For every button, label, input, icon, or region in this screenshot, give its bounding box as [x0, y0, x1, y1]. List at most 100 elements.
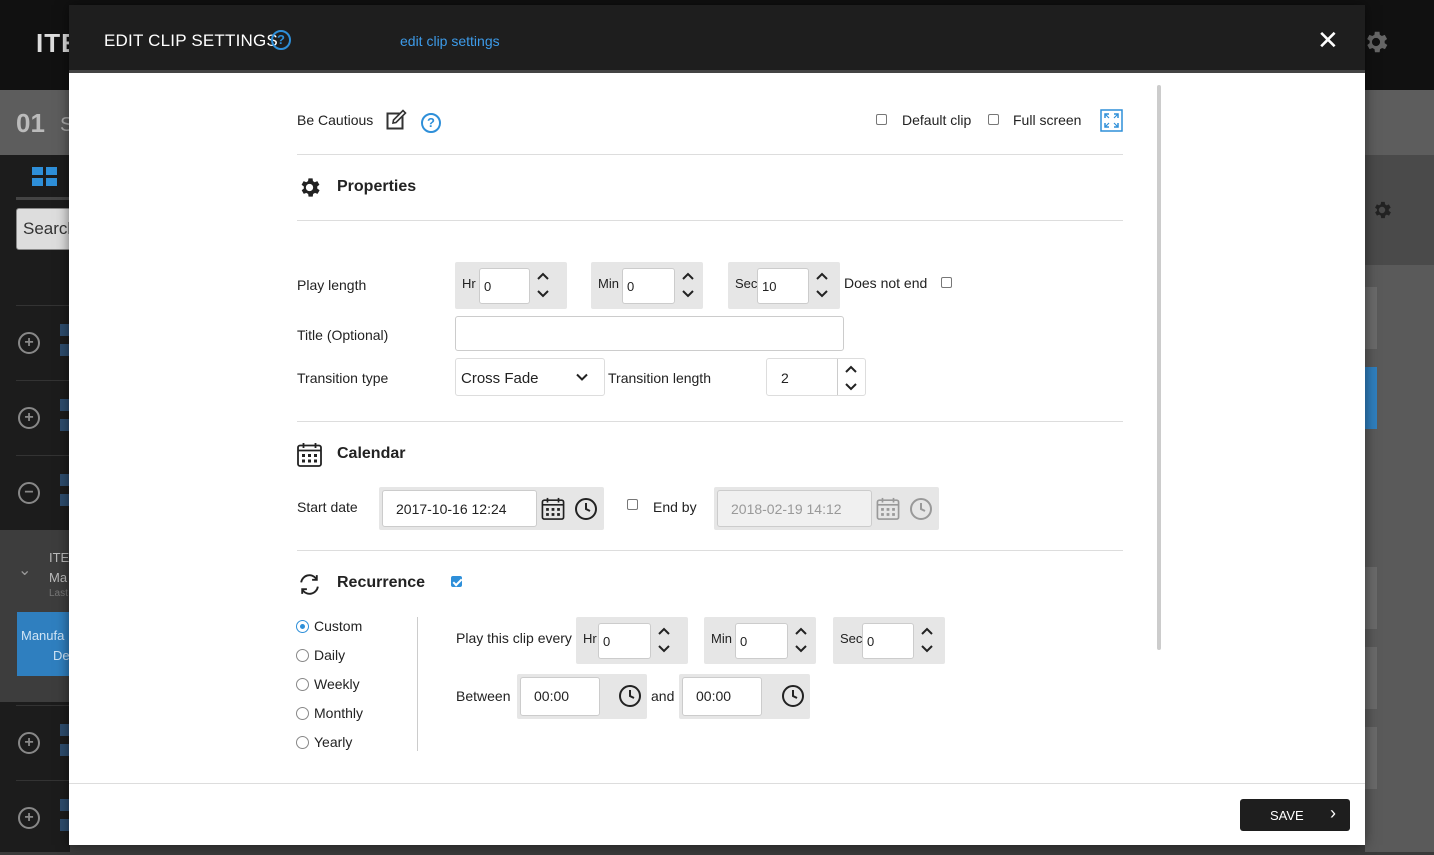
end-by-picker: 2018-02-19 14:12	[714, 487, 939, 530]
transition-length-label: Transition length	[608, 370, 711, 386]
sec-input[interactable]: 10	[757, 268, 809, 304]
title-label: Title (Optional)	[297, 327, 389, 343]
radio-custom[interactable]	[296, 620, 309, 633]
min-input[interactable]: 0	[735, 623, 788, 659]
full-screen-checkbox[interactable]	[988, 114, 999, 125]
plus-icon[interactable]: +	[18, 807, 40, 829]
clock-icon[interactable]	[909, 497, 933, 521]
clock-icon[interactable]	[574, 497, 598, 521]
radio-daily-label: Daily	[314, 647, 346, 663]
divider	[297, 220, 1123, 221]
blue-card[interactable]: Manufa De	[17, 612, 70, 676]
gear-icon	[301, 178, 320, 197]
search-input[interactable]: Search	[16, 208, 76, 250]
plus-icon[interactable]: +	[18, 332, 40, 354]
save-button[interactable]: SAVE ›	[1240, 799, 1350, 831]
between-end-picker: 00:00	[679, 674, 810, 719]
card[interactable]	[1365, 567, 1377, 629]
selected-card[interactable]	[1365, 367, 1377, 429]
card[interactable]	[1365, 647, 1377, 709]
play-length-hr-spinner: Hr 0	[455, 262, 567, 309]
chevron-right-icon: ›	[1330, 803, 1336, 823]
help-icon[interactable]: ?	[421, 113, 441, 133]
modal-header: EDIT CLIP SETTINGS ? edit clip settings …	[69, 5, 1365, 73]
grid-view-icon[interactable]	[32, 167, 58, 187]
help-icon[interactable]: ?	[271, 30, 291, 50]
between-end-input[interactable]: 00:00	[682, 677, 762, 716]
between-start-input[interactable]: 00:00	[520, 677, 600, 716]
does-not-end-checkbox[interactable]	[941, 277, 952, 288]
transition-type-select[interactable]: Cross Fade	[455, 358, 605, 396]
modal-title: EDIT CLIP SETTINGS	[104, 31, 278, 50]
stepper-arrows-icon[interactable]	[657, 625, 671, 655]
page-number: 01	[16, 108, 45, 138]
hr-input[interactable]: 0	[479, 268, 530, 304]
save-button-label: SAVE	[1270, 808, 1304, 823]
divider	[297, 421, 1123, 422]
gear-icon[interactable]	[1362, 28, 1390, 56]
recurrence-checkbox[interactable]	[451, 576, 462, 587]
card[interactable]	[1365, 727, 1377, 789]
scrollbar[interactable]	[1157, 85, 1161, 650]
start-date-label: Start date	[297, 499, 358, 515]
divider	[417, 617, 418, 751]
transition-length-spinner: 2	[766, 358, 866, 396]
list-item[interactable]: +	[16, 305, 70, 380]
list-item[interactable]: −	[16, 455, 70, 530]
radio-custom-label: Custom	[314, 618, 363, 634]
end-by-input[interactable]: 2018-02-19 14:12	[717, 490, 872, 527]
background-expanded-item: ⌄ ITE Ma Last Manufa De	[0, 530, 70, 702]
stepper-arrows-icon[interactable]	[681, 270, 695, 300]
radio-weekly[interactable]	[296, 678, 309, 691]
gear-icon[interactable]	[1371, 199, 1393, 221]
sec-input[interactable]: 0	[862, 623, 914, 659]
edit-icon[interactable]	[386, 109, 408, 131]
full-screen-label: Full screen	[1013, 112, 1082, 128]
clip-name-label: Be Cautious	[297, 112, 374, 128]
between-label: Between	[456, 688, 511, 704]
list-item[interactable]: +	[16, 380, 70, 455]
between-start-picker: 00:00	[517, 674, 647, 719]
recurrence-hr-spinner: Hr 0	[576, 617, 688, 664]
recurrence-heading: Recurrence	[337, 574, 426, 591]
clock-icon[interactable]	[781, 684, 805, 708]
min-input[interactable]: 0	[622, 268, 675, 304]
recurrence-sec-spinner: Sec 0	[833, 617, 945, 664]
list-item[interactable]: +	[16, 705, 70, 780]
end-by-checkbox[interactable]	[627, 499, 638, 510]
footer-divider	[69, 783, 1365, 784]
plus-icon[interactable]: +	[18, 407, 40, 429]
stepper-arrows-icon[interactable]	[794, 625, 808, 655]
title-input[interactable]	[455, 316, 844, 351]
stepper-arrows-icon[interactable]	[920, 625, 934, 655]
stepper-arrows-icon[interactable]	[844, 363, 858, 393]
hr-input[interactable]: 0	[598, 623, 651, 659]
start-date-input[interactable]: 2017-10-16 12:24	[382, 490, 537, 527]
radio-yearly-label: Yearly	[314, 734, 353, 750]
default-clip-checkbox[interactable]	[876, 114, 887, 125]
stepper-arrows-icon[interactable]	[815, 270, 829, 300]
transition-length-input[interactable]: 2	[767, 359, 838, 395]
fullscreen-icon[interactable]	[1100, 109, 1123, 132]
divider	[297, 550, 1123, 551]
radio-daily[interactable]	[296, 649, 309, 662]
chevron-down-icon	[576, 373, 588, 381]
card[interactable]	[1365, 287, 1377, 349]
modal-subtitle-link[interactable]: edit clip settings	[400, 33, 500, 49]
close-icon[interactable]: ✕	[1317, 25, 1339, 56]
list-item[interactable]: +	[16, 780, 70, 855]
minus-icon[interactable]: −	[18, 482, 40, 504]
start-date-picker: 2017-10-16 12:24	[379, 487, 604, 530]
stepper-arrows-icon[interactable]	[536, 270, 550, 300]
radio-monthly[interactable]	[296, 707, 309, 720]
radio-yearly[interactable]	[296, 736, 309, 749]
clock-icon[interactable]	[618, 684, 642, 708]
background-left-panel: Search + + − + +	[0, 155, 76, 855]
chevron-down-icon[interactable]: ⌄	[18, 560, 31, 580]
does-not-end-label: Does not end	[844, 275, 928, 291]
calendar-icon[interactable]	[876, 497, 900, 520]
divider	[297, 154, 1123, 155]
transition-type-label: Transition type	[297, 370, 389, 386]
plus-icon[interactable]: +	[18, 732, 40, 754]
calendar-icon[interactable]	[541, 497, 565, 520]
